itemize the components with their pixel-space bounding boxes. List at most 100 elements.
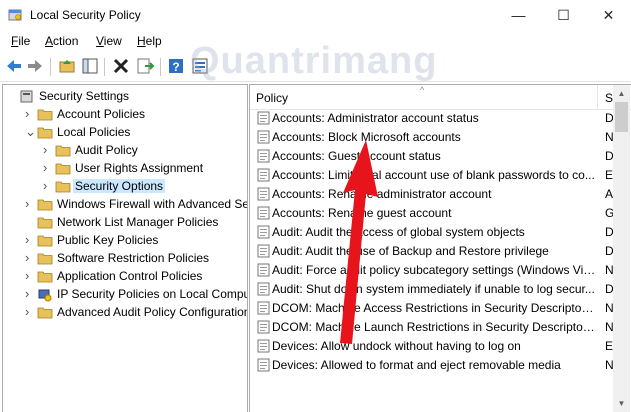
close-button[interactable]: ✕ [586, 0, 631, 31]
properties-icon[interactable] [191, 57, 209, 75]
expand-chevron-icon[interactable]: › [25, 197, 34, 210]
scroll-up-icon[interactable]: ▲ [613, 85, 630, 102]
tree-item-ip-security-policies-on-local-compute[interactable]: › IP Security Policies on Local Compute [3, 286, 247, 304]
policy-row[interactable]: DCOM: Machine Launch Restrictions in Sec… [250, 318, 631, 337]
svg-text:?: ? [172, 60, 179, 74]
policy-row[interactable]: Devices: Allowed to format and eject rem… [250, 356, 631, 375]
tree-item-application-control-policies[interactable]: › Application Control Policies [3, 268, 247, 286]
ip-security-icon [38, 289, 52, 302]
maximize-button[interactable]: ☐ [541, 0, 586, 31]
policy-setting-icon [257, 225, 270, 239]
scroll-down-icon[interactable]: ▼ [613, 395, 630, 412]
security-setting-value: E [605, 168, 614, 182]
tree-item-user-rights-assignment[interactable]: › User Rights Assignment [3, 160, 247, 178]
sort-ascending-icon: ^ [420, 85, 425, 95]
folder-icon [55, 163, 71, 175]
tree-item-label: IP Security Policies on Local Compute [57, 287, 248, 301]
help-icon[interactable]: ? [167, 57, 185, 75]
policy-row[interactable]: Accounts: Rename administrator account A [250, 185, 631, 204]
vertical-scrollbar[interactable]: ▲ ▼ [613, 85, 630, 412]
console-tree: Security Settings › Account Policies ⌄ Local… [2, 84, 248, 412]
column-header-policy[interactable]: Policy [256, 91, 288, 105]
security-settings-icon [20, 90, 33, 103]
policy-name: Audit: Force audit policy subcategory se… [272, 263, 597, 277]
tree-item-security-options[interactable]: › Security Options [3, 178, 247, 196]
folder-icon [37, 217, 53, 229]
tree-item-label: Application Control Policies [57, 269, 203, 283]
policy-setting-icon [257, 244, 270, 258]
policy-row[interactable]: Audit: Audit the use of Backup and Resto… [250, 242, 631, 261]
policy-row[interactable]: Accounts: Guest account status D [250, 147, 631, 166]
tree-item-account-policies[interactable]: › Account Policies [3, 106, 247, 124]
column-header-security-setting[interactable]: S [605, 91, 613, 105]
policy-name: Accounts: Block Microsoft accounts [272, 130, 461, 144]
expand-chevron-icon[interactable]: › [25, 107, 34, 120]
tree-item-label: Security Options [73, 179, 166, 193]
policy-name: DCOM: Machine Access Restrictions in Sec… [272, 301, 597, 315]
policy-row[interactable]: DCOM: Machine Access Restrictions in Sec… [250, 299, 631, 318]
up-folder-icon[interactable] [58, 57, 76, 75]
folder-icon [37, 235, 53, 247]
tree-item-public-key-policies[interactable]: › Public Key Policies [3, 232, 247, 250]
expand-chevron-icon[interactable]: › [43, 161, 52, 174]
folder-icon [37, 307, 53, 319]
menu-help[interactable]: Help [137, 34, 162, 48]
tree-item-advanced-audit-policy-configuration[interactable]: › Advanced Audit Policy Configuration [3, 304, 247, 322]
tree-item-network-list-manager-policies[interactable]: Network List Manager Policies [3, 214, 247, 232]
policy-row[interactable]: Accounts: Administrator account status D [250, 109, 631, 128]
tree-item-security-settings[interactable]: Security Settings [3, 88, 247, 106]
tree-item-label: User Rights Assignment [75, 161, 204, 175]
export-list-icon[interactable] [136, 57, 154, 75]
tree-item-local-policies[interactable]: ⌄ Local Policies [3, 124, 247, 142]
policy-name: Audit: Shut down system immediately if u… [272, 282, 595, 296]
show-hide-tree-icon[interactable] [81, 57, 99, 75]
expand-chevron-icon[interactable]: › [25, 233, 34, 246]
tree-item-label: Security Settings [39, 89, 130, 103]
policy-row[interactable]: Audit: Audit the access of global system… [250, 223, 631, 242]
tree-item-label: Software Restriction Policies [57, 251, 210, 265]
policy-name: Accounts: Limit local account use of bla… [272, 168, 595, 182]
expand-chevron-icon[interactable]: › [25, 269, 34, 282]
security-setting-value: E [605, 339, 614, 353]
policy-name: Devices: Allow undock without having to … [272, 339, 521, 353]
policy-name: Accounts: Guest account status [272, 149, 441, 163]
toolbar: ? [0, 53, 631, 82]
forward-arrow-icon[interactable] [26, 57, 44, 75]
folder-icon [37, 109, 53, 121]
tree-item-windows-firewall-with-advanced-secu[interactable]: › Windows Firewall with Advanced Secu [3, 196, 247, 214]
policy-row[interactable]: Devices: Allow undock without having to … [250, 337, 631, 356]
policy-setting-icon [257, 149, 270, 163]
policy-row[interactable]: Accounts: Block Microsoft accounts N [250, 128, 631, 147]
policy-name: Devices: Allowed to format and eject rem… [272, 358, 561, 372]
minimize-button[interactable]: — [496, 0, 541, 31]
menu-view[interactable]: View [96, 34, 122, 48]
policy-row[interactable]: Accounts: Limit local account use of bla… [250, 166, 631, 185]
folder-icon [37, 127, 53, 139]
back-arrow-icon[interactable] [5, 57, 23, 75]
tree-item-label: Audit Policy [75, 143, 138, 157]
policy-setting-icon [257, 206, 270, 220]
menu-action[interactable]: Action [45, 34, 78, 48]
scroll-thumb[interactable] [615, 102, 628, 132]
column-divider[interactable] [597, 85, 598, 109]
folder-icon [37, 271, 53, 283]
toolbar-separator [160, 58, 161, 76]
expand-chevron-icon[interactable]: › [25, 287, 34, 300]
collapse-chevron-icon[interactable]: ⌄ [25, 125, 36, 138]
folder-icon [55, 145, 71, 157]
policy-setting-icon [257, 263, 270, 277]
policy-setting-icon [257, 301, 270, 315]
policy-list: Policy ^ S Accounts: Administrator accou… [249, 84, 631, 412]
expand-chevron-icon[interactable]: › [43, 143, 52, 156]
tree-item-label: Account Policies [57, 107, 146, 121]
tree-item-audit-policy[interactable]: › Audit Policy [3, 142, 247, 160]
expand-chevron-icon[interactable]: › [25, 251, 34, 264]
delete-icon[interactable] [112, 57, 130, 75]
policy-row[interactable]: Audit: Shut down system immediately if u… [250, 280, 631, 299]
menu-file[interactable]: File [11, 34, 30, 48]
policy-row[interactable]: Accounts: Rename guest account G [250, 204, 631, 223]
tree-item-software-restriction-policies[interactable]: › Software Restriction Policies [3, 250, 247, 268]
expand-chevron-icon[interactable]: › [43, 179, 52, 192]
expand-chevron-icon[interactable]: › [25, 305, 34, 318]
policy-row[interactable]: Audit: Force audit policy subcategory se… [250, 261, 631, 280]
